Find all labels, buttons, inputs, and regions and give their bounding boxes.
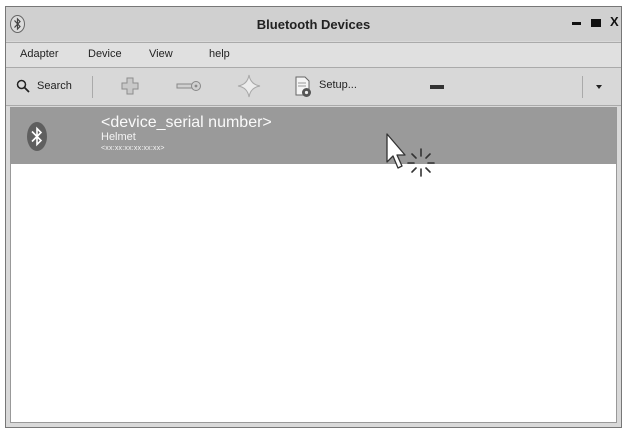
title-bar[interactable]: Bluetooth Devices X (6, 7, 621, 41)
device-name: <device_serial number> (101, 114, 272, 131)
click-pointer-icon (386, 133, 435, 177)
device-row[interactable]: <device_serial number> Helmet <xx:xx:xx:… (11, 108, 616, 164)
trust-icon[interactable] (237, 74, 261, 98)
search-icon (16, 79, 30, 93)
toolbar: Search Setup... (6, 68, 621, 106)
search-button[interactable]: Search (16, 78, 92, 96)
dropdown-chevron-icon[interactable] (595, 83, 603, 91)
menu-bar: Adapter Device View help (6, 42, 621, 68)
maximize-button[interactable] (591, 19, 601, 27)
device-type: Helmet (101, 131, 136, 143)
bluetooth-devices-window: Bluetooth Devices X Adapter Device View … (5, 6, 622, 428)
close-button[interactable]: X (610, 14, 619, 29)
setup-label: Setup... (319, 79, 357, 91)
window-title: Bluetooth Devices (256, 17, 371, 32)
menu-view[interactable]: View (149, 48, 173, 60)
remove-device-icon[interactable] (430, 85, 444, 89)
search-label: Search (37, 80, 72, 92)
device-list: <device_serial number> Helmet <xx:xx:xx:… (10, 107, 617, 423)
device-address: <xx:xx:xx:xx:xx:xx> (101, 145, 165, 152)
pair-key-icon[interactable] (176, 80, 202, 92)
toolbar-separator (92, 76, 93, 98)
add-device-icon[interactable] (121, 77, 139, 95)
menu-help[interactable]: help (209, 48, 230, 60)
toolbar-separator (582, 76, 583, 98)
bluetooth-icon (27, 122, 47, 151)
menu-adapter[interactable]: Adapter (20, 48, 59, 60)
minimize-button[interactable] (572, 22, 581, 25)
menu-device[interactable]: Device (88, 48, 122, 60)
setup-icon (295, 76, 311, 97)
setup-button[interactable]: Setup... (295, 76, 375, 100)
